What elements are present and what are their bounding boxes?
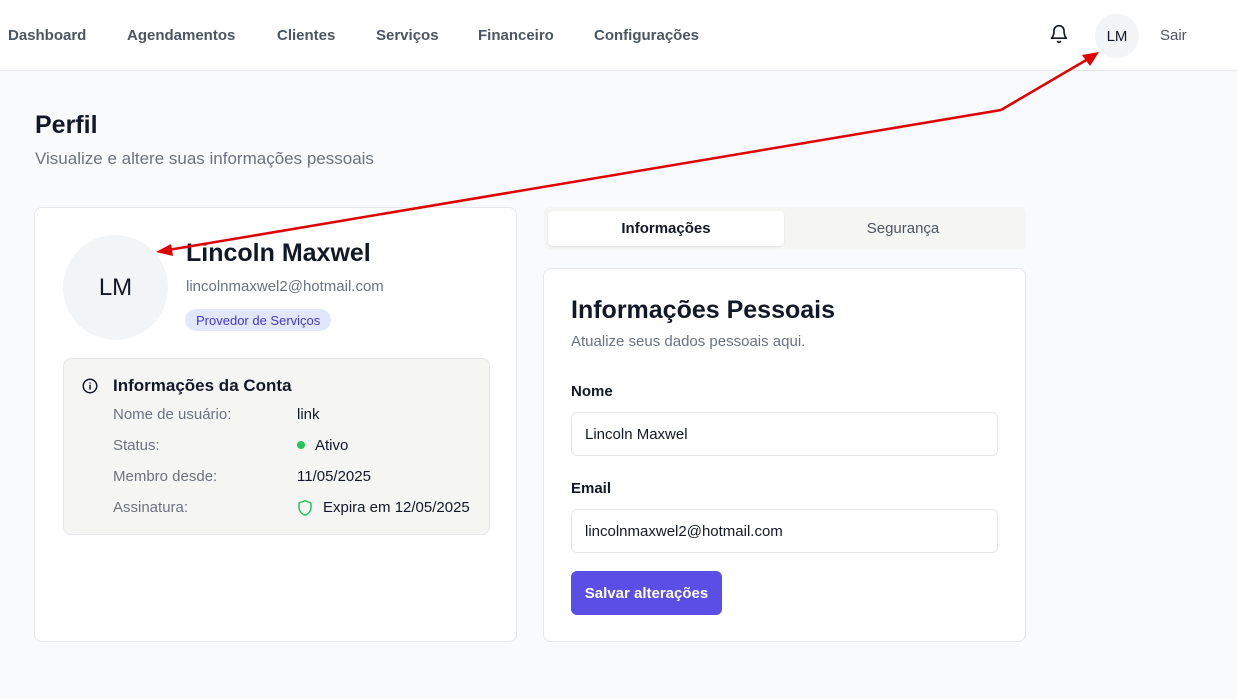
personal-info-card: Informações Pessoais Atualize seus dados…	[543, 268, 1026, 642]
shield-icon	[297, 499, 313, 517]
account-info-panel: Informações da Conta Nome de usuário: li…	[63, 358, 490, 535]
form-title: Informações Pessoais	[571, 296, 836, 324]
subscription-label: Assinatura:	[113, 499, 189, 516]
username-label: Nome de usuário:	[113, 406, 232, 423]
status-dot-icon	[297, 441, 305, 450]
page-subtitle: Visualize e altere suas informações pess…	[35, 149, 374, 168]
nav-item-clientes[interactable]: Clientes	[277, 27, 335, 44]
logout-button[interactable]: Sair	[1160, 27, 1187, 44]
subscription-value: Expira em 12/05/2025	[323, 499, 470, 516]
status-label: Status:	[113, 437, 160, 454]
name-field-label: Nome	[571, 383, 613, 400]
user-avatar-button[interactable]: LM	[1095, 14, 1139, 58]
profile-avatar: LM	[63, 235, 168, 340]
save-button[interactable]: Salvar alterações	[571, 571, 722, 615]
name-field[interactable]	[571, 412, 998, 456]
page-title: Perfil	[35, 111, 98, 139]
nav-item-financeiro[interactable]: Financeiro	[478, 27, 554, 44]
role-badge: Provedor de Serviços	[185, 309, 332, 331]
form-subtitle: Atualize seus dados pessoais aqui.	[571, 333, 806, 350]
nav-item-configuracoes[interactable]: Configurações	[594, 27, 699, 44]
account-info-title: Informações da Conta	[113, 376, 292, 395]
tab-seguranca[interactable]: Segurança	[784, 211, 1022, 246]
top-navigation-bar: Dashboard Agendamentos Clientes Serviços…	[0, 0, 1237, 71]
email-field-label: Email	[571, 480, 612, 497]
email-field[interactable]	[571, 509, 998, 553]
nav-item-servicos[interactable]: Serviços	[376, 27, 439, 44]
status-value: Ativo	[315, 437, 349, 454]
tab-informacoes[interactable]: Informações	[548, 211, 784, 246]
profile-name: Lincoln Maxwel	[186, 239, 371, 267]
profile-tabs: Informações Segurança	[544, 207, 1026, 250]
profile-card: LM Lincoln Maxwel lincolnmaxwel2@hotmail…	[34, 207, 517, 642]
bell-icon[interactable]	[1049, 24, 1069, 44]
status-value-wrapper: Ativo	[297, 437, 348, 454]
nav-item-dashboard[interactable]: Dashboard	[8, 27, 86, 44]
username-value: link	[297, 406, 320, 423]
member-since-value: 11/05/2025	[297, 468, 371, 485]
profile-email: lincolnmaxwel2@hotmail.com	[186, 278, 384, 295]
nav-item-agendamentos[interactable]: Agendamentos	[127, 27, 235, 44]
info-icon	[81, 377, 99, 395]
member-since-label: Membro desde:	[113, 468, 218, 485]
